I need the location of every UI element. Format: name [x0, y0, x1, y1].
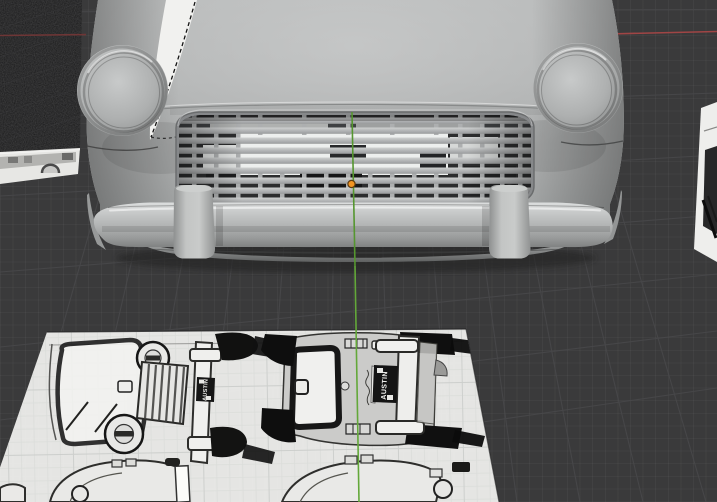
reference-image-left-dark[interactable]	[0, 0, 82, 184]
overrider-shadow	[216, 206, 223, 246]
rear-plate-text: AUSTIN	[381, 371, 389, 400]
grille	[175, 109, 535, 206]
headlight-right	[533, 43, 623, 133]
3d-viewport[interactable]: AUSTIN AUSTIN	[0, 0, 717, 502]
bumper-overrider-left	[173, 184, 216, 259]
strip-mark	[8, 157, 18, 163]
reference-image-right-sliver[interactable]	[694, 102, 717, 262]
bumper-overrider-right	[489, 184, 531, 259]
origin-point	[347, 179, 356, 189]
reference-sheet[interactable]: AUSTIN AUSTIN	[0, 325, 520, 502]
dark-plane-gridlines-b	[0, 0, 82, 152]
headlight-left	[77, 45, 168, 136]
overrider-shadow	[482, 206, 489, 246]
strip-mark	[62, 153, 73, 160]
strip-mark	[24, 156, 32, 163]
strip-hinge-mark	[40, 163, 61, 174]
